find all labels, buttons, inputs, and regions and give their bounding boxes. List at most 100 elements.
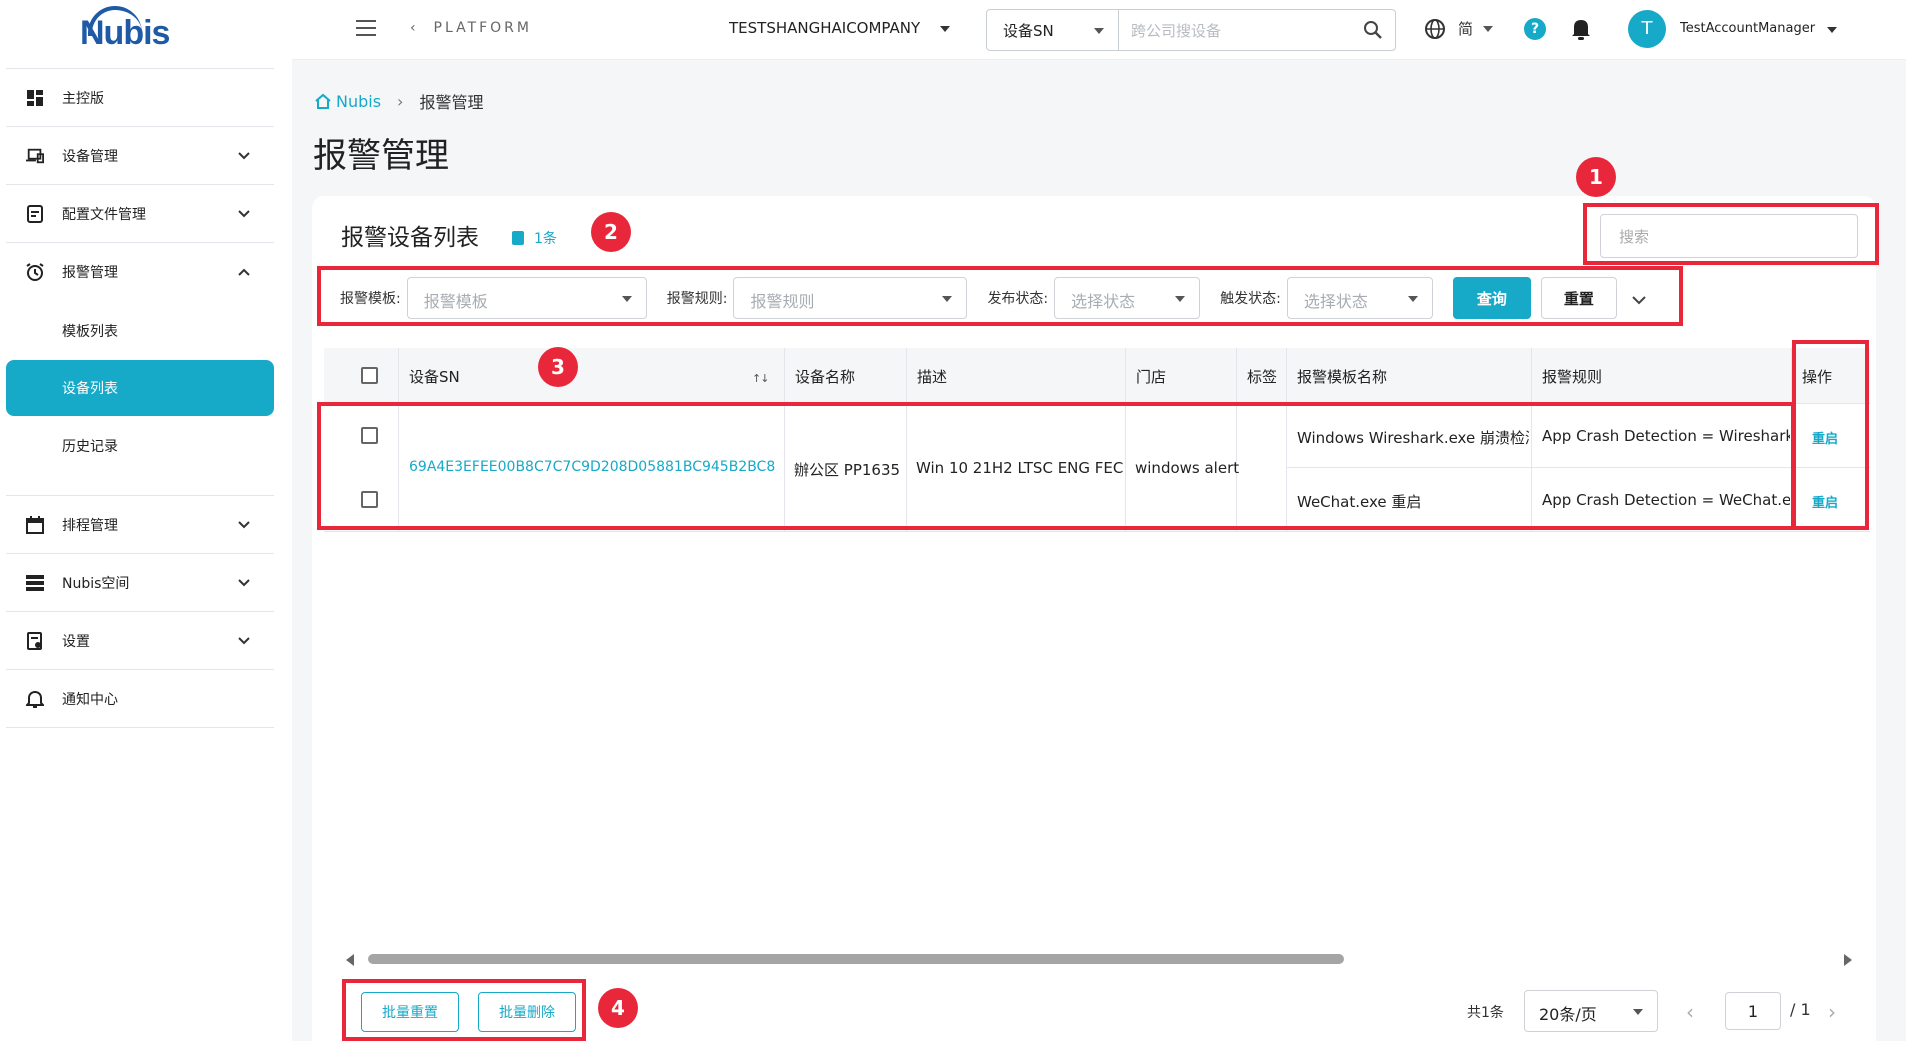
search-type-select[interactable]: 设备SN: [987, 10, 1119, 50]
sidebar-item-nubis-space[interactable]: Nubis空间: [6, 554, 274, 612]
avatar[interactable]: T: [1628, 10, 1666, 48]
breadcrumb-home[interactable]: Nubis: [314, 92, 381, 111]
scroll-left-arrow-icon[interactable]: [346, 954, 354, 966]
chevron-up-icon: [238, 264, 250, 280]
scroll-right-arrow-icon[interactable]: [1844, 954, 1852, 966]
select-all-checkbox[interactable]: [361, 367, 378, 384]
chevron-down-icon: [238, 148, 250, 164]
column-header-device-name: 设备名称: [784, 348, 906, 404]
scrollbar-thumb[interactable]: [368, 954, 1344, 964]
next-page-icon[interactable]: ›: [1828, 1000, 1836, 1024]
sidebar-item-device-management[interactable]: 设备管理: [6, 127, 274, 185]
caret-down-icon: [1094, 28, 1104, 34]
platform-back-link[interactable]: ‹ PLATFORM: [410, 20, 532, 36]
dashboard-icon: [26, 89, 44, 107]
logo-text: Nubis: [80, 14, 170, 52]
annotation-marker: 2: [591, 212, 631, 252]
global-search: 设备SN 跨公司搜设备: [986, 9, 1396, 51]
sidebar-item-label: 主控版: [62, 90, 104, 107]
annotation-marker: 3: [538, 347, 578, 387]
annotation-box: [342, 979, 586, 1041]
breadcrumb-separator: ›: [397, 91, 404, 111]
annotation-box: [1583, 203, 1879, 265]
count-badge: 1条: [512, 228, 557, 248]
prev-page-icon[interactable]: ‹: [1686, 1000, 1694, 1024]
devices-icon: [26, 147, 44, 165]
total-pages: / 1: [1790, 1000, 1811, 1019]
alarm-clock-icon: [26, 263, 44, 281]
count-label: 1条: [534, 231, 557, 247]
caret-down-icon: [1633, 1009, 1643, 1015]
username[interactable]: TestAccountManager: [1680, 21, 1815, 36]
annotation-box: [317, 266, 1683, 326]
page-size-value: 20条/页: [1539, 1005, 1597, 1024]
caret-down-icon[interactable]: [1483, 26, 1493, 32]
column-header-label: 门店: [1136, 368, 1167, 386]
sidebar-item-alarm-management[interactable]: 报警管理: [6, 243, 274, 301]
column-header-template-name: 报警模板名称: [1286, 348, 1531, 404]
card-title: 报警设备列表: [341, 225, 479, 251]
annotation-box: [317, 402, 1795, 530]
home-icon: [315, 93, 331, 109]
notification-bell-icon[interactable]: [1570, 17, 1592, 41]
column-header-label: 设备名称: [795, 368, 856, 386]
sidebar-subitem-template-list[interactable]: 模板列表: [6, 303, 274, 359]
sidebar-item-label: 报警管理: [62, 265, 118, 281]
sidebar-subitem-device-list[interactable]: 设备列表: [6, 360, 274, 416]
sidebar-item-label: 设置: [62, 633, 90, 650]
chevron-down-icon: [238, 206, 250, 222]
column-header-label: 报警规则: [1542, 368, 1603, 386]
column-header-rule: 报警规则: [1531, 348, 1791, 404]
column-header-description: 描述: [906, 348, 1125, 404]
column-header-label: 描述: [917, 368, 948, 386]
global-search-input[interactable]: 跨公司搜设备: [1131, 20, 1221, 41]
sidebar-subitem-history[interactable]: 历史记录: [6, 418, 274, 474]
profile-icon: [26, 204, 44, 223]
breadcrumb: Nubis › 报警管理: [314, 89, 483, 113]
breadcrumb-current: 报警管理: [419, 93, 484, 112]
document-icon: [512, 231, 524, 245]
storage-icon: [26, 574, 44, 592]
sort-icon[interactable]: ↑↓: [752, 372, 769, 385]
chevron-down-icon: [238, 633, 250, 649]
caret-down-icon[interactable]: [940, 26, 950, 32]
globe-icon[interactable]: [1424, 18, 1446, 40]
annotation-box: [1792, 340, 1869, 530]
column-header-label: 设备SN: [409, 368, 460, 386]
top-bar: ‹ PLATFORM TESTSHANGHAICOMPANY 设备SN 跨公司搜…: [292, 0, 1906, 60]
sidebar-item-label: 排程管理: [62, 517, 118, 534]
caret-down-icon[interactable]: [1827, 27, 1837, 33]
company-selector[interactable]: TESTSHANGHAICOMPANY: [729, 19, 920, 37]
annotation-marker: 4: [598, 988, 638, 1028]
sidebar-item-notification-center[interactable]: 通知中心: [6, 670, 274, 728]
sidebar-item-label: 配置文件管理: [62, 206, 146, 223]
platform-label: PLATFORM: [433, 20, 532, 36]
chevron-down-icon: [238, 575, 250, 591]
annotation-marker: 1: [1576, 157, 1616, 197]
total-count: 共1条: [1467, 1005, 1504, 1021]
column-header-tag: 标签: [1236, 348, 1286, 404]
language-selector[interactable]: 简: [1458, 18, 1473, 39]
sidebar-item-profile-management[interactable]: 配置文件管理: [6, 185, 274, 243]
sidebar-item-settings[interactable]: 设置: [6, 612, 274, 670]
calendar-icon: [26, 515, 44, 534]
sidebar-item-label: 设备管理: [62, 148, 118, 165]
sidebar-item-dashboard[interactable]: 主控版: [6, 69, 274, 127]
sidebar-item-label: 通知中心: [62, 691, 118, 708]
page-title: 报警管理: [313, 136, 449, 176]
chevron-down-icon: [238, 517, 250, 533]
column-header-label: 标签: [1247, 368, 1278, 386]
sidebar-item-schedule-management[interactable]: 排程管理: [6, 496, 274, 554]
horizontal-scrollbar[interactable]: [346, 952, 1852, 966]
page-number-input[interactable]: 1: [1725, 992, 1781, 1030]
menu-icon[interactable]: [356, 20, 376, 38]
search-type-value: 设备SN: [1003, 22, 1054, 40]
bell-icon: [26, 690, 44, 708]
nubis-logo[interactable]: Nubis: [76, 6, 186, 56]
page-size-select[interactable]: 20条/页: [1524, 990, 1658, 1032]
search-icon[interactable]: [1363, 20, 1383, 40]
sidebar-item-label: Nubis空间: [62, 575, 130, 592]
chevron-left-icon: ‹: [410, 20, 434, 36]
help-icon[interactable]: ?: [1524, 18, 1546, 40]
sidebar: Nubis 主控版 设备管理 配置文件管理 报警管理 模板列表 设备列表 历史记…: [0, 0, 292, 1041]
